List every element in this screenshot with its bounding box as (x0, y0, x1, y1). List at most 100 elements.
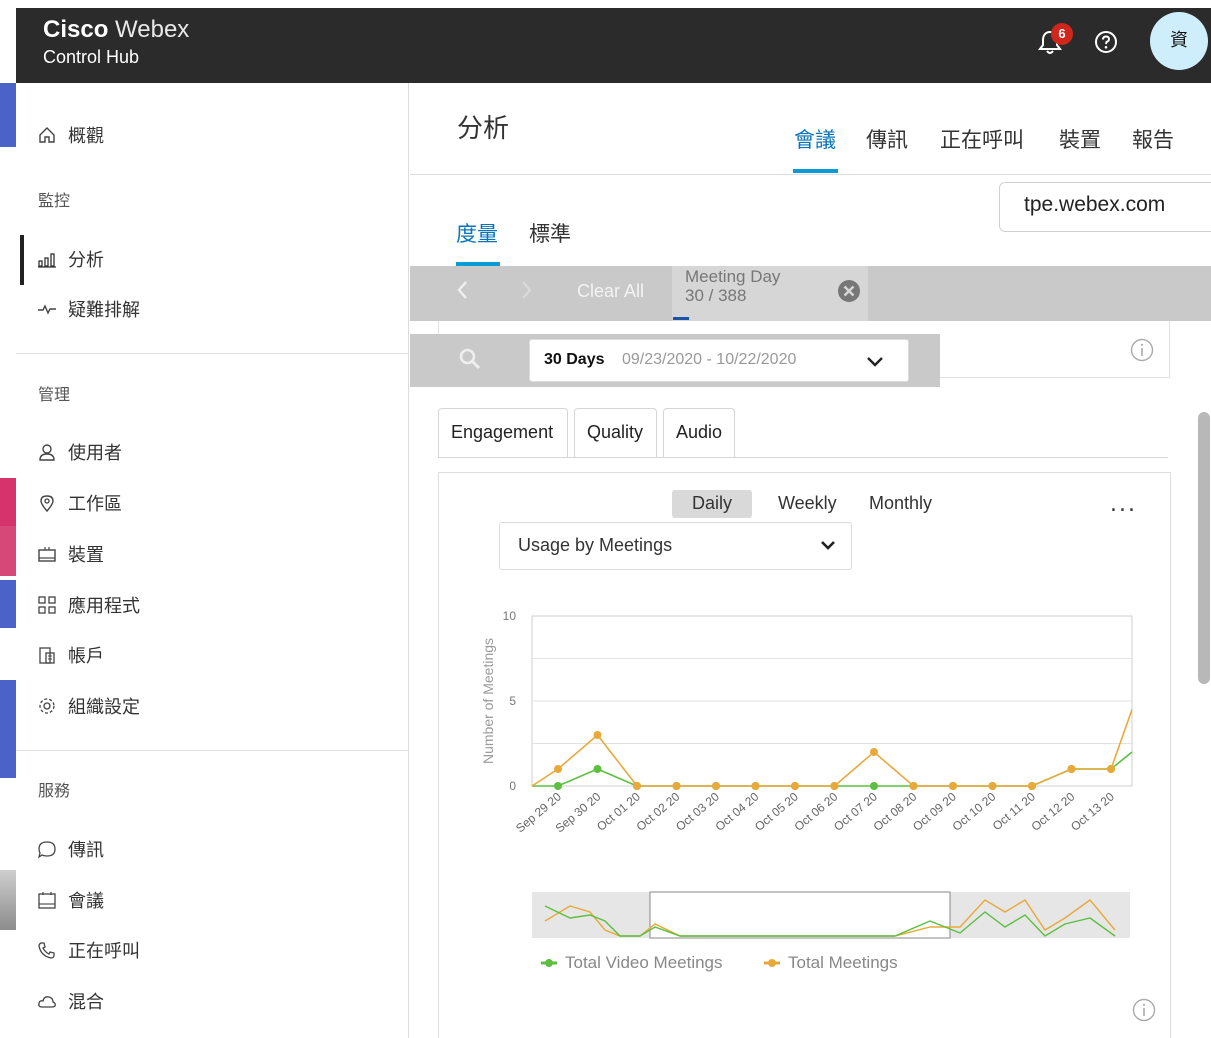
background-strip (0, 870, 16, 930)
tab-calling[interactable]: 正在呼叫 (940, 124, 1024, 154)
close-icon[interactable] (837, 279, 861, 303)
brand-name-light: Webex (115, 16, 190, 43)
chevron-right-icon[interactable] (518, 279, 534, 301)
sidebar-item-label: 應用程式 (68, 596, 140, 617)
data-point (791, 782, 799, 790)
date-range-value: 09/23/2020 - 10/22/2020 (622, 351, 797, 368)
chevron-down-icon (821, 541, 835, 550)
chevron-down-icon (867, 357, 883, 367)
subtab-metrics[interactable]: 度量 (456, 218, 498, 248)
y-tick-label: 5 (509, 694, 516, 708)
legend-marker-icon (764, 959, 780, 967)
search-icon[interactable] (458, 347, 482, 371)
filter-chip-value: 30 / 388 (685, 286, 747, 305)
clear-all-button[interactable]: Clear All (577, 281, 644, 302)
sidebar-item-overview[interactable]: 概觀 (36, 120, 104, 150)
sidebar-item-hybrid[interactable]: 混合 (36, 986, 104, 1016)
date-range-label: 30 Days (544, 351, 605, 368)
header-divider (410, 174, 1211, 175)
background-strip (0, 680, 16, 778)
tab-quality[interactable]: Quality (574, 408, 657, 458)
sidebar-item-devices[interactable]: 裝置 (36, 539, 104, 569)
active-indicator (20, 235, 24, 285)
page-title: 分析 (457, 114, 510, 144)
data-point (633, 782, 641, 790)
location-pin-icon (36, 492, 58, 514)
sidebar-section-services: 服務 (38, 781, 71, 800)
help-icon[interactable] (1094, 30, 1118, 54)
x-tick-label: Oct 13 20 (1068, 789, 1117, 833)
product-name: Control Hub (43, 47, 140, 67)
apps-grid-icon (36, 594, 58, 616)
tab-engagement[interactable]: Engagement (438, 408, 568, 458)
sidebar-item-meetings[interactable]: 會議 (36, 885, 104, 915)
scrollbar[interactable] (1198, 412, 1210, 684)
sidebar-item-messaging[interactable]: 傳訊 (36, 834, 104, 864)
sidebar-section-manage: 管理 (38, 385, 71, 404)
data-point (909, 782, 918, 790)
period-weekly[interactable]: Weekly (758, 490, 857, 518)
calendar-icon (36, 889, 58, 911)
y-tick-label: 0 (509, 779, 516, 793)
building-icon (36, 644, 58, 666)
sidebar-item-apps[interactable]: 應用程式 (36, 590, 140, 620)
period-monthly[interactable]: Monthly (849, 490, 952, 518)
background-strip (0, 526, 16, 576)
chevron-left-icon[interactable] (455, 279, 471, 301)
legend-marker-icon (541, 959, 557, 967)
tab-messaging[interactable]: 傳訊 (866, 124, 908, 154)
subtab-benchmark[interactable]: 標準 (529, 218, 571, 248)
user-avatar[interactable]: 資 (1150, 12, 1208, 70)
info-icon[interactable] (1132, 998, 1156, 1022)
data-point (1067, 765, 1076, 773)
sidebar-item-label: 組織設定 (68, 697, 140, 718)
sidebar-item-label: 正在呼叫 (68, 941, 140, 962)
sidebar-item-troubleshooting[interactable]: 疑難排解 (36, 294, 140, 324)
data-point (1107, 765, 1115, 773)
sidebar-section-monitor: 監控 (38, 191, 71, 210)
sidebar-item-workspaces[interactable]: 工作區 (36, 488, 122, 518)
legend-label: Total Meetings (788, 953, 898, 972)
legend-total-meetings[interactable]: Total Meetings (764, 953, 898, 973)
top-bar: Cisco Webex Control Hub 6 資 (16, 8, 1211, 83)
sidebar-item-label: 疑難排解 (68, 300, 140, 321)
home-icon (36, 124, 58, 146)
sidebar-item-org-settings[interactable]: 組織設定 (36, 691, 140, 721)
pulse-icon (36, 298, 58, 320)
brand-logo[interactable]: Cisco Webex Control Hub (43, 16, 189, 68)
background-strip (0, 580, 16, 628)
sidebar-item-analytics[interactable]: 分析 (36, 244, 104, 274)
sidebar-item-users[interactable]: 使用者 (36, 437, 122, 467)
sidebar-item-label: 混合 (68, 992, 104, 1013)
date-range-select[interactable]: 30 Days 09/23/2020 - 10/22/2020 (529, 339, 909, 382)
tab-meetings[interactable]: 會議 (794, 124, 836, 154)
data-point (554, 782, 562, 790)
filter-chip-title: Meeting Day (685, 267, 781, 286)
sidebar-item-label: 使用者 (68, 443, 122, 464)
data-point (672, 782, 681, 790)
tab-devices[interactable]: 裝置 (1059, 124, 1101, 154)
sidebar-item-label: 分析 (68, 250, 104, 271)
sidebar-item-calling[interactable]: 正在呼叫 (36, 935, 140, 965)
tab-audio[interactable]: Audio (663, 408, 735, 458)
phone-icon (36, 939, 58, 961)
more-options-button[interactable]: ... (1110, 492, 1137, 517)
info-icon[interactable] (1130, 338, 1154, 362)
sidebar-divider (16, 353, 408, 354)
active-tab-underline (793, 169, 838, 173)
data-point (1028, 782, 1036, 790)
sidebar-item-account[interactable]: 帳戶 (36, 640, 104, 670)
site-selector[interactable]: tpe.webex.com (999, 182, 1211, 232)
data-point (751, 782, 760, 790)
period-daily[interactable]: Daily (672, 490, 753, 518)
notifications-badge: 6 (1051, 23, 1073, 45)
data-point (949, 782, 957, 790)
chat-bubble-icon (36, 838, 58, 860)
sidebar-item-label: 帳戶 (68, 646, 104, 667)
x-tick-label: Oct 10 20 (950, 789, 999, 833)
usage-select[interactable]: Usage by Meetings (499, 522, 852, 570)
tab-reports[interactable]: 報告 (1132, 124, 1174, 154)
sidebar: 概觀 監控 分析 疑難排解 管理 使用者 工作區 裝置 應用程式 帳戶 組織設定… (16, 83, 409, 1038)
legend-video-meetings[interactable]: Total Video Meetings (541, 953, 723, 973)
bar-chart-icon (36, 248, 58, 270)
